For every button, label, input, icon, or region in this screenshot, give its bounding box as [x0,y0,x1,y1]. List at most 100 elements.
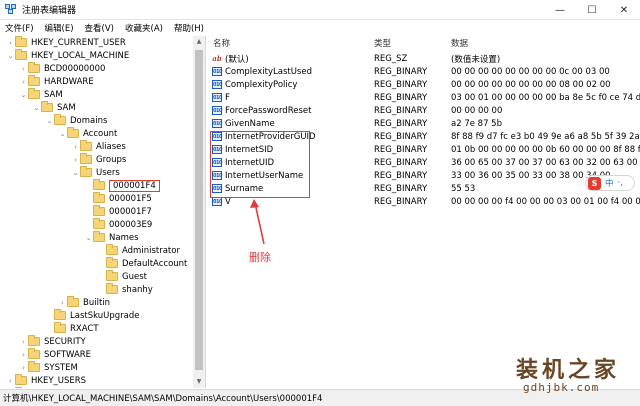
tree-node[interactable]: shanhy [97,283,153,296]
tree-node[interactable]: › SOFTWARE [19,348,91,361]
tree-node[interactable]: Administrator [97,244,180,257]
value-row[interactable]: ab (默认) REG_SZ (数值未设置) [207,52,640,65]
tree-node[interactable]: ⌄ HKEY_LOCAL_MACHINE [6,49,129,62]
tree-node-label[interactable]: SECURITY [44,337,86,347]
tree-node-label[interactable]: Names [109,233,139,243]
expanded-chevron-icon[interactable]: ⌄ [19,91,28,99]
menu-file[interactable]: 文件(F) [0,22,40,34]
tree-node-label[interactable]: SOFTWARE [44,350,91,360]
collapsed-chevron-icon[interactable]: › [19,78,28,86]
tree-node-label[interactable]: RXACT [70,324,99,334]
tree-node[interactable]: 000001F4 [84,179,160,192]
tree-node[interactable]: 000001F7 [84,205,152,218]
tree-node-label[interactable]: 000001F7 [109,207,152,217]
tree-node-label[interactable]: HARDWARE [44,77,94,87]
value-row[interactable]: 010 ComplexityLastUsed REG_BINARY 00 00 00 … [207,65,640,78]
close-button[interactable]: ✕ [608,0,640,20]
expanded-chevron-icon[interactable]: ⌄ [45,117,54,125]
tree-node[interactable]: 000003E9 [84,218,152,231]
menu-edit[interactable]: 编辑(E) [40,22,80,34]
maximize-button[interactable]: ☐ [576,0,608,20]
ime-punct[interactable]: ·, [618,178,623,188]
tree-node-label-selected[interactable]: 000001F4 [109,179,160,192]
value-type: REG_BINARY [374,105,428,116]
tree-node[interactable]: › BCD00000000 [19,62,105,75]
tree-scrollbar[interactable]: ▲ ▼ [193,36,205,388]
tree-node[interactable]: › Groups [71,153,126,166]
menu-favorites[interactable]: 收藏夹(A) [120,22,169,34]
tree-node-label[interactable]: LastSkuUpgrade [70,311,140,321]
value-data: 01 0b 00 00 00 00 00 0b 60 00 00 00 8f 8… [451,144,640,155]
expanded-chevron-icon[interactable]: ⌄ [84,234,93,242]
tree-node-label[interactable]: Groups [96,155,126,165]
registry-tree[interactable]: › HKEY_CURRENT_USER ⌄ HKEY_LOCAL_MACHINE › BC… [0,36,206,388]
ime-mode[interactable]: 中 [605,177,614,189]
tree-node[interactable]: ⌄ SAM [19,88,63,101]
tree-node[interactable]: › SYSTEM [19,361,78,374]
value-row[interactable]: 010 GivenName REG_BINARY a2 7e 87 5b [207,117,640,130]
tree-node-label[interactable]: HKEY_CURRENT_USER [31,38,126,48]
tree-node-label[interactable]: HKEY_USERS [31,376,86,386]
menu-help[interactable]: 帮助(H) [169,22,210,34]
tree-node[interactable]: RXACT [45,322,99,335]
tree-node[interactable]: 000001F5 [84,192,152,205]
tree-node[interactable]: ⌄ Account [58,127,117,140]
collapsed-chevron-icon[interactable]: › [19,364,28,372]
tree-node[interactable]: › SECURITY [19,335,86,348]
folder-icon [80,140,92,151]
minimize-button[interactable]: — [544,0,576,20]
tree-node-label[interactable]: Builtin [83,298,110,308]
value-row[interactable]: 010 ComplexityPolicy REG_BINARY 00 00 00 00… [207,78,640,91]
tree-node[interactable]: ›HKEY_CURRENT_CONFIG [6,387,136,388]
collapsed-chevron-icon[interactable]: › [6,377,15,385]
scroll-down-icon[interactable]: ▼ [193,376,205,388]
tree-node-label[interactable]: BCD00000000 [44,64,105,74]
collapsed-chevron-icon[interactable]: › [19,65,28,73]
collapsed-chevron-icon[interactable]: › [19,338,28,346]
tree-node[interactable]: › HKEY_USERS [6,374,86,387]
tree-node[interactable]: DefaultAccount [97,257,187,270]
tree-node[interactable]: ⌄ SAM [32,101,76,114]
tree-node-label[interactable]: HKEY_LOCAL_MACHINE [31,51,129,61]
expanded-chevron-icon[interactable]: ⌄ [58,130,67,138]
tree-node-label[interactable]: Guest [122,272,147,282]
value-row[interactable]: 010 ForcePasswordReset REG_BINARY 00 00 00 … [207,104,640,117]
tree-node[interactable]: › Aliases [71,140,126,153]
tree-node[interactable]: LastSkuUpgrade [45,309,140,322]
tree-node-label[interactable]: Domains [70,116,107,126]
expanded-chevron-icon[interactable]: ⌄ [71,169,80,177]
header-data[interactable]: 数据 [451,37,468,49]
tree-node[interactable]: Guest [97,270,147,283]
menu-view[interactable]: 查看(V) [80,22,120,34]
tree-node-label[interactable]: Administrator [122,246,180,256]
collapsed-chevron-icon[interactable]: › [6,39,15,47]
collapsed-chevron-icon[interactable]: › [71,156,80,164]
header-type[interactable]: 类型 [374,37,391,49]
tree-node-label[interactable]: DefaultAccount [122,259,187,269]
tree-node-label[interactable]: SYSTEM [44,363,78,373]
collapsed-chevron-icon[interactable]: › [71,143,80,151]
tree-node-label[interactable]: Aliases [96,142,126,152]
tree-node[interactable]: › Builtin [58,296,110,309]
tree-node[interactable]: › HKEY_CURRENT_USER [6,36,126,49]
tree-node-label[interactable]: 000003E9 [109,220,152,230]
ime-toolbar[interactable]: S 中 ·, [585,175,635,191]
collapsed-chevron-icon[interactable]: › [19,351,28,359]
collapsed-chevron-icon[interactable]: › [58,299,67,307]
expanded-chevron-icon[interactable]: ⌄ [6,52,15,60]
tree-node-label[interactable]: Account [83,129,117,139]
scroll-up-icon[interactable]: ▲ [193,36,205,48]
tree-node[interactable]: ⌄ Users [71,166,120,179]
tree-node-label[interactable]: 000001F5 [109,194,152,204]
scroll-thumb[interactable] [195,50,203,370]
tree-node-label[interactable]: SAM [44,90,63,100]
tree-node[interactable]: ⌄ Names [84,231,139,244]
expanded-chevron-icon[interactable]: ⌄ [32,104,41,112]
tree-node[interactable]: ⌄ Domains [45,114,107,127]
header-name[interactable]: 名称 [213,37,230,49]
tree-node-label[interactable]: shanhy [122,285,153,295]
value-row[interactable]: 010 F REG_BINARY 03 00 01 00 00 00 00 00 ba… [207,91,640,104]
tree-node-label[interactable]: SAM [57,103,76,113]
tree-node-label[interactable]: Users [96,168,120,178]
tree-node[interactable]: › HARDWARE [19,75,94,88]
